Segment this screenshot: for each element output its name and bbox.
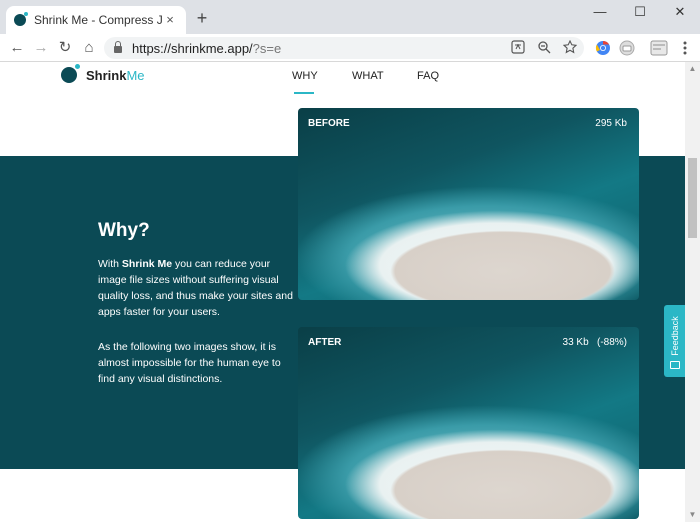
home-button[interactable]: ⌂ xyxy=(78,37,100,59)
nav-what[interactable]: WHAT xyxy=(352,70,384,82)
close-window-button[interactable]: ✕ xyxy=(660,0,700,26)
ext-icon[interactable] xyxy=(618,39,636,57)
browser-titlebar: Shrink Me - Compress JPG, PNG × + — ☐ ✕ xyxy=(0,0,700,34)
page-content: Shrink Me WHY WHAT FAQ Why? With Shrink … xyxy=(0,62,685,522)
feedback-tab[interactable]: Feedback xyxy=(664,305,685,377)
browser-toolbar: ← → ↻ ⌂ https://shrinkme.app/ ?s=e xyxy=(0,34,700,62)
minimize-button[interactable]: — xyxy=(580,0,620,26)
maximize-button[interactable]: ☐ xyxy=(620,0,660,26)
scroll-up-arrow-icon[interactable]: ▲ xyxy=(685,62,700,76)
star-icon[interactable] xyxy=(562,39,578,56)
scroll-thumb[interactable] xyxy=(688,158,697,238)
scroll-down-arrow-icon[interactable]: ▼ xyxy=(685,508,700,522)
address-bar[interactable]: https://shrinkme.app/ ?s=e xyxy=(104,37,584,59)
tab-title: Shrink Me - Compress JPG, PNG xyxy=(34,13,162,27)
nav-faq[interactable]: FAQ xyxy=(417,70,439,82)
after-size: 33 Kb (-88%) xyxy=(562,337,627,348)
zoom-icon[interactable] xyxy=(536,40,552,56)
forward-button[interactable]: → xyxy=(30,37,52,59)
after-label: AFTER xyxy=(308,337,342,348)
logo-text-strong: Shrink xyxy=(86,67,127,83)
before-size: 295 Kb xyxy=(595,118,627,129)
browser-tab[interactable]: Shrink Me - Compress JPG, PNG × xyxy=(6,6,186,34)
menu-icon[interactable] xyxy=(676,39,694,57)
tab-close-icon[interactable]: × xyxy=(162,12,178,28)
why-paragraph-2: As the following two images show, it is … xyxy=(98,341,281,385)
new-tab-button[interactable]: + xyxy=(192,8,212,28)
after-image-card: AFTER 33 Kb (-88%) xyxy=(298,327,639,519)
reload-button[interactable]: ↻ xyxy=(54,37,76,59)
chat-icon xyxy=(670,361,680,369)
favicon-icon xyxy=(14,12,28,26)
before-label: BEFORE xyxy=(308,118,350,129)
nav-why[interactable]: WHY xyxy=(292,70,318,82)
page-scrollbar[interactable]: ▲ ▼ xyxy=(685,62,700,522)
logo-text-light: Me xyxy=(126,67,145,83)
feedback-label: Feedback xyxy=(670,316,680,356)
lock-icon xyxy=(114,41,122,53)
url-main: https://shrinkme.app/ xyxy=(132,40,253,56)
logo-mark-icon xyxy=(61,64,80,83)
url-query: ?s=e xyxy=(252,40,282,56)
profile-icon[interactable] xyxy=(650,39,668,57)
why-heading: Why? xyxy=(98,220,150,241)
site-logo[interactable]: Shrink Me xyxy=(61,64,145,83)
translate-icon[interactable] xyxy=(510,40,526,56)
before-image-card: BEFORE 295 Kb xyxy=(298,108,639,300)
why-paragraph-1: With Shrink Me you can reduce your image… xyxy=(98,258,293,318)
chrome-ext-icon[interactable] xyxy=(594,39,612,57)
active-nav-indicator xyxy=(294,92,314,94)
back-button[interactable]: ← xyxy=(6,37,28,59)
